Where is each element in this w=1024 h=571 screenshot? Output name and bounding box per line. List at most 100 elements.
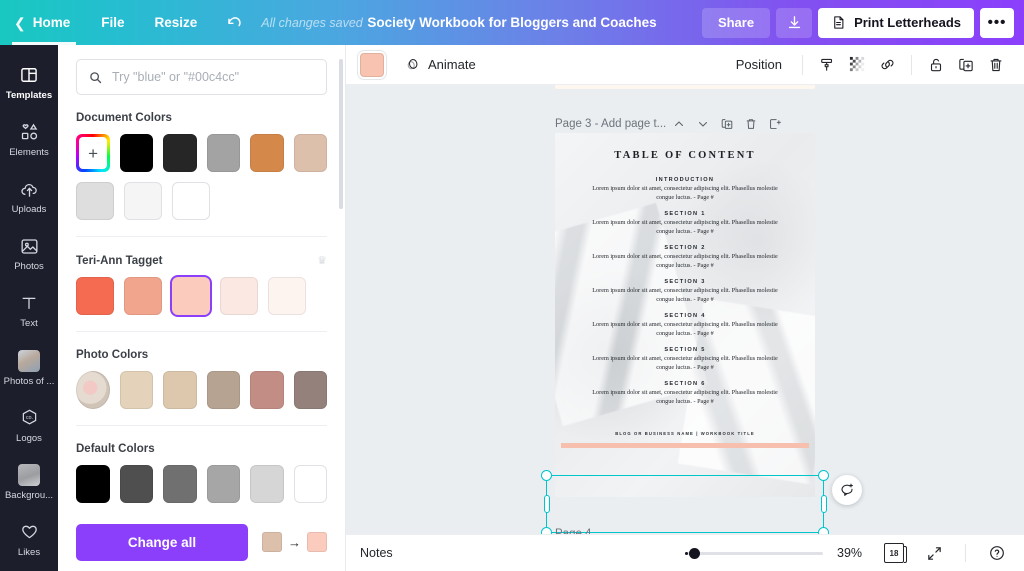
- toc-entry-heading: SECTION 1: [571, 211, 799, 217]
- zoom-slider[interactable]: [685, 546, 823, 560]
- transparency-button[interactable]: [843, 51, 871, 79]
- from-color-swatch[interactable]: [262, 532, 282, 552]
- color-swatch[interactable]: [294, 371, 328, 409]
- color-swatch[interactable]: [163, 134, 196, 172]
- add-comment-button[interactable]: [832, 475, 862, 505]
- lock-button[interactable]: [922, 51, 950, 79]
- page-title-label[interactable]: Page 3 - Add page t...: [555, 118, 666, 130]
- element-color-button[interactable]: [360, 53, 384, 77]
- toc-entry-heading: SECTION 4: [571, 313, 799, 319]
- sidebar-item-uploads[interactable]: Uploads: [0, 171, 58, 222]
- color-swatch[interactable]: [120, 371, 154, 409]
- color-swatch[interactable]: [172, 277, 210, 315]
- resize-handle-top-left[interactable]: [541, 470, 552, 481]
- animate-button[interactable]: Animate: [404, 56, 476, 73]
- resize-handle-top-right[interactable]: [818, 470, 829, 481]
- color-swatch[interactable]: [268, 277, 306, 315]
- fullscreen-button[interactable]: [921, 540, 947, 566]
- color-swatch[interactable]: [124, 182, 162, 220]
- duplicate-page-icon[interactable]: [716, 113, 738, 135]
- move-page-down-icon[interactable]: [692, 113, 714, 135]
- help-button[interactable]: [984, 540, 1010, 566]
- add-color-button[interactable]: +: [76, 134, 110, 172]
- print-letterheads-button[interactable]: Print Letterheads: [818, 8, 974, 38]
- add-page-icon[interactable]: [764, 113, 786, 135]
- sidebar-item-logos[interactable]: co. Logos: [0, 400, 58, 451]
- color-swatch[interactable]: [220, 277, 258, 315]
- color-swatch[interactable]: [250, 134, 283, 172]
- background-icon: [18, 464, 40, 486]
- page-count-value: 18: [890, 549, 899, 558]
- panel-scrollbar[interactable]: [339, 59, 343, 209]
- color-swatch[interactable]: [294, 134, 327, 172]
- delete-button[interactable]: [982, 51, 1010, 79]
- color-swatch[interactable]: [207, 371, 241, 409]
- design-page-3[interactable]: TABLE OF CONTENT INTRODUCTIONLorem ipsum…: [555, 133, 815, 497]
- color-swatch[interactable]: [76, 465, 110, 503]
- sidebar-item-label: Photos: [14, 261, 44, 272]
- color-section-title: Teri-Ann Tagget: [76, 255, 162, 267]
- move-page-up-icon[interactable]: [668, 113, 690, 135]
- change-all-button[interactable]: Change all: [76, 524, 248, 561]
- duplicate-button[interactable]: [952, 51, 980, 79]
- color-search-box[interactable]: [76, 59, 327, 95]
- download-button[interactable]: [776, 8, 812, 38]
- resize-handle-middle-right[interactable]: [821, 495, 827, 513]
- to-color-swatch[interactable]: [307, 532, 327, 552]
- notes-button[interactable]: Notes: [360, 546, 393, 560]
- file-menu[interactable]: File: [86, 0, 139, 45]
- page-count-button[interactable]: 18: [881, 540, 907, 566]
- share-button[interactable]: Share: [702, 8, 770, 38]
- toolbar-divider-2: [911, 55, 912, 75]
- page-footer-element[interactable]: BLOG OR BUSINESS NAME | WORKBOOK TITLE: [555, 425, 815, 455]
- canvas-area[interactable]: Page 3 - Add page t...: [346, 85, 1024, 534]
- position-button[interactable]: Position: [726, 57, 792, 72]
- crown-icon: ♛: [317, 254, 327, 267]
- resize-handle-bottom-left[interactable]: [541, 527, 552, 534]
- sidebar-item-text[interactable]: Text: [0, 285, 58, 336]
- copy-style-button[interactable]: [813, 51, 841, 79]
- color-swatch[interactable]: [207, 465, 241, 503]
- color-swatch[interactable]: [76, 182, 114, 220]
- zoom-slider-knob[interactable]: [689, 548, 700, 559]
- resize-handle-middle-left[interactable]: [544, 495, 550, 513]
- more-options-button[interactable]: •••: [980, 8, 1014, 38]
- sidebar-item-backgrounds[interactable]: Backgrou...: [0, 457, 58, 508]
- plus-icon: +: [79, 137, 107, 169]
- color-swatch[interactable]: [76, 277, 114, 315]
- animate-label: Animate: [428, 57, 476, 72]
- section-divider: [76, 425, 327, 426]
- delete-page-icon[interactable]: [740, 113, 762, 135]
- page-header: Page 3 - Add page t...: [555, 113, 786, 135]
- color-swatch[interactable]: [172, 182, 210, 220]
- color-swatch[interactable]: [207, 134, 240, 172]
- resize-handle-bottom-right[interactable]: [818, 527, 829, 534]
- resize-button[interactable]: Resize: [140, 0, 213, 45]
- animate-icon: [404, 56, 421, 73]
- color-swatch[interactable]: [120, 134, 153, 172]
- sidebar-item-label: Photos of ...: [4, 376, 55, 387]
- home-button[interactable]: ❮ Home: [0, 0, 86, 45]
- color-swatch[interactable]: [250, 371, 284, 409]
- sidebar-item-photos[interactable]: Photos: [0, 228, 58, 279]
- color-swatch[interactable]: [163, 465, 197, 503]
- search-input[interactable]: [112, 70, 315, 84]
- sidebar-item-photos-of[interactable]: Photos of ...: [0, 343, 58, 394]
- color-swatch[interactable]: [120, 465, 154, 503]
- link-button[interactable]: [873, 51, 901, 79]
- share-label: Share: [718, 15, 754, 30]
- toc-entry: SECTION 1Lorem ipsum dolor sit amet, con…: [571, 211, 799, 237]
- color-section-header: Document Colors: [76, 112, 327, 124]
- sidebar-item-elements[interactable]: Elements: [0, 114, 58, 165]
- sidebar-item-likes[interactable]: Likes: [0, 514, 58, 565]
- undo-button[interactable]: [212, 0, 257, 45]
- color-swatch[interactable]: [124, 277, 162, 315]
- swatch-row: [76, 182, 327, 220]
- photo-icon: [19, 235, 40, 257]
- color-swatch[interactable]: [163, 371, 197, 409]
- sidebar-item-templates[interactable]: Templates: [0, 57, 58, 108]
- document-icon: [831, 14, 846, 31]
- color-swatch[interactable]: [294, 465, 328, 503]
- photo-color-source-thumb[interactable]: [76, 371, 110, 409]
- color-swatch[interactable]: [250, 465, 284, 503]
